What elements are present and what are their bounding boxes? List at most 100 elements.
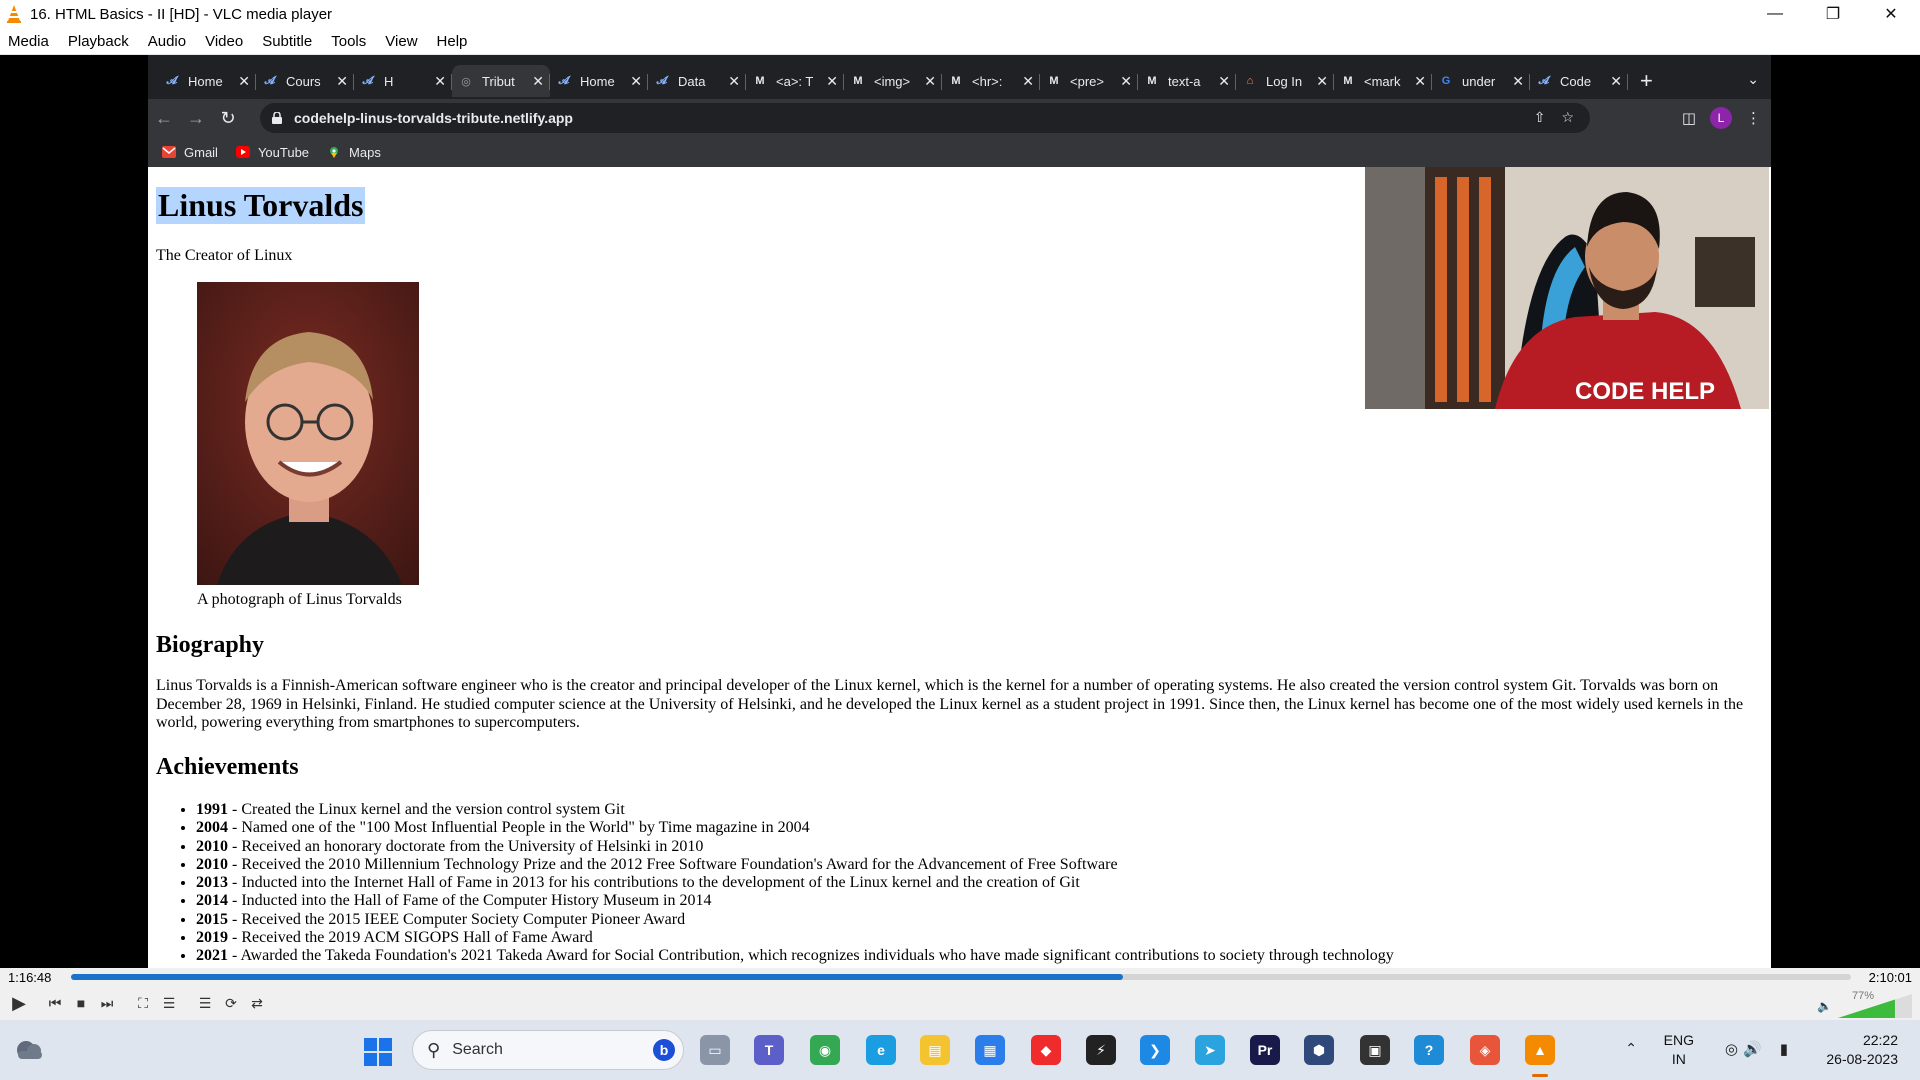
tab-close-icon[interactable]: ✕ bbox=[924, 73, 936, 90]
tab-close-icon[interactable]: ✕ bbox=[238, 73, 250, 90]
back-icon[interactable]: ← bbox=[148, 108, 180, 129]
browser-tab[interactable]: M <a>: T ✕ bbox=[746, 65, 844, 97]
premiere-icon[interactable]: Pr bbox=[1250, 1035, 1280, 1065]
tab-close-icon[interactable]: ✕ bbox=[1414, 73, 1426, 90]
tab-close-icon[interactable]: ✕ bbox=[826, 73, 838, 90]
network-icon[interactable]: ◎ bbox=[1725, 1040, 1738, 1058]
app-icon[interactable]: ▣ bbox=[1360, 1035, 1390, 1065]
tab-close-icon[interactable]: ✕ bbox=[1120, 73, 1132, 90]
seek-bar[interactable] bbox=[71, 974, 1851, 980]
browser-tab[interactable]: 𝓐 Data ✕ bbox=[648, 65, 746, 97]
tab-close-icon[interactable]: ✕ bbox=[336, 73, 348, 90]
browser-tab[interactable]: ◎ Tribut ✕ bbox=[452, 65, 550, 97]
stop-icon[interactable]: ■ bbox=[68, 990, 94, 1016]
clock[interactable]: 22:22 26-08-2023 bbox=[1826, 1031, 1898, 1069]
input-language[interactable]: ENG IN bbox=[1664, 1031, 1694, 1069]
kebab-menu-icon[interactable]: ⋮ bbox=[1746, 109, 1761, 127]
bookmark-maps[interactable]: Maps bbox=[327, 145, 381, 160]
browser-tab[interactable]: 𝓐 Code ✕ bbox=[1530, 65, 1628, 97]
clock-date: 26-08-2023 bbox=[1826, 1051, 1898, 1067]
forward-icon[interactable]: → bbox=[180, 108, 212, 129]
shuffle-icon[interactable]: ⇄ bbox=[244, 990, 270, 1016]
browser-tab[interactable]: M <hr>: ✕ bbox=[942, 65, 1040, 97]
tab-close-icon[interactable]: ✕ bbox=[1316, 73, 1328, 90]
edge-icon[interactable]: e bbox=[866, 1035, 896, 1065]
minimize-button[interactable]: — bbox=[1746, 0, 1804, 28]
browser-tab[interactable]: M <pre> ✕ bbox=[1040, 65, 1138, 97]
tab-close-icon[interactable]: ✕ bbox=[1218, 73, 1230, 90]
menu-view[interactable]: View bbox=[385, 33, 417, 50]
menu-tools[interactable]: Tools bbox=[331, 33, 366, 50]
desktop-icon[interactable]: ▭ bbox=[700, 1035, 730, 1065]
start-button[interactable] bbox=[364, 1038, 392, 1066]
vlc-title-bar: 16. HTML Basics - II [HD] - VLC media pl… bbox=[0, 0, 1920, 28]
tab-close-icon[interactable]: ✕ bbox=[728, 73, 740, 90]
vscode-icon[interactable]: ❯ bbox=[1140, 1035, 1170, 1065]
bookmark-star-icon[interactable]: ☆ bbox=[1561, 109, 1574, 126]
browser-tab[interactable]: M <mark ✕ bbox=[1334, 65, 1432, 97]
browser-tab[interactable]: 𝓐 Cours ✕ bbox=[256, 65, 354, 97]
browser-tab[interactable]: ⌂ Log In ✕ bbox=[1236, 65, 1334, 97]
battery-icon[interactable]: ▮ bbox=[1780, 1040, 1788, 1058]
cursor-icon[interactable]: ⚡ bbox=[1086, 1035, 1116, 1065]
bing-icon[interactable]: b bbox=[653, 1039, 675, 1061]
share-icon[interactable]: ⇧ bbox=[1534, 109, 1546, 126]
anydesk-icon[interactable]: ◆ bbox=[1031, 1035, 1061, 1065]
bookmark-gmail[interactable]: Gmail bbox=[162, 145, 218, 160]
volume-slider[interactable] bbox=[1838, 994, 1912, 1018]
menu-media[interactable]: Media bbox=[8, 33, 49, 50]
profile-avatar[interactable]: L bbox=[1710, 107, 1732, 129]
git-icon[interactable]: ◈ bbox=[1470, 1035, 1500, 1065]
browser-tab[interactable]: Mtext-a ✕ bbox=[1138, 65, 1236, 97]
menu-subtitle[interactable]: Subtitle bbox=[262, 33, 312, 50]
tab-close-icon[interactable]: ✕ bbox=[532, 73, 544, 90]
new-tab-icon[interactable]: + bbox=[1640, 68, 1653, 94]
fullscreen-icon[interactable]: ⛶ bbox=[130, 990, 156, 1016]
bookmark-label: Maps bbox=[349, 144, 381, 160]
login-icon: ⌂ bbox=[1246, 75, 1254, 87]
virtualbox-icon[interactable]: ⬢ bbox=[1304, 1035, 1334, 1065]
tab-close-icon[interactable]: ✕ bbox=[630, 73, 642, 90]
menu-help[interactable]: Help bbox=[437, 33, 468, 50]
volume-icon[interactable]: 🔊 bbox=[1743, 1040, 1762, 1058]
telegram-icon[interactable]: ➤ bbox=[1195, 1035, 1225, 1065]
address-bar[interactable]: codehelp-linus-torvalds-tribute.netlify.… bbox=[260, 103, 1590, 133]
tab-close-icon[interactable]: ✕ bbox=[1512, 73, 1524, 90]
browser-tab[interactable]: Gunder ✕ bbox=[1432, 65, 1530, 97]
explorer-icon[interactable]: ▤ bbox=[920, 1035, 950, 1065]
previous-icon[interactable]: ⏮ bbox=[42, 990, 68, 1016]
play-icon[interactable]: ▶ bbox=[6, 990, 32, 1016]
menu-audio[interactable]: Audio bbox=[148, 33, 186, 50]
extended-settings-icon[interactable]: ☰ bbox=[156, 990, 182, 1016]
restore-button[interactable]: ❐ bbox=[1804, 0, 1862, 28]
teams-icon[interactable]: T bbox=[754, 1035, 784, 1065]
tab-close-icon[interactable]: ✕ bbox=[434, 73, 446, 90]
video-area[interactable]: 𝓐 Home ✕ 𝓐 Cours ✕ 𝓐 H ✕ ◎ Tribut ✕ 𝓐 Home ✕ 𝓐 Data ✕ M <a>… bbox=[0, 55, 1920, 968]
chrome-icon[interactable]: ◉ bbox=[810, 1035, 840, 1065]
next-icon[interactable]: ⏭ bbox=[94, 990, 120, 1016]
close-button[interactable]: ✕ bbox=[1862, 0, 1920, 28]
playlist-icon[interactable]: ☰ bbox=[192, 990, 218, 1016]
loop-icon[interactable]: ⟳ bbox=[218, 990, 244, 1016]
tab-close-icon[interactable]: ✕ bbox=[1022, 73, 1034, 90]
taskbar-search[interactable]: ⚲ Search b bbox=[412, 1030, 684, 1070]
help-icon[interactable]: ? bbox=[1414, 1035, 1444, 1065]
store-icon[interactable]: ▦ bbox=[975, 1035, 1005, 1065]
browser-tab[interactable]: 𝓐 H ✕ bbox=[354, 65, 452, 97]
browser-tab[interactable]: 𝓐 Home ✕ bbox=[158, 65, 256, 97]
tab-label: Code bbox=[1560, 73, 1592, 89]
achievement-year: 2013 bbox=[196, 874, 228, 892]
browser-tab[interactable]: 𝓐 Home ✕ bbox=[550, 65, 648, 97]
tab-search-icon[interactable]: ⌄ bbox=[1747, 71, 1759, 88]
menu-video[interactable]: Video bbox=[205, 33, 243, 50]
weather-cloud-icon[interactable] bbox=[14, 1036, 44, 1062]
bookmark-youtube[interactable]: YouTube bbox=[235, 145, 309, 160]
bookmarks-bar: Gmail YouTube Maps bbox=[148, 137, 1771, 167]
speaker-icon[interactable]: 🔈 bbox=[1817, 999, 1832, 1013]
tab-close-icon[interactable]: ✕ bbox=[1610, 73, 1622, 90]
browser-tab[interactable]: M <img> ✕ bbox=[844, 65, 942, 97]
side-panel-icon[interactable]: ◫ bbox=[1682, 109, 1696, 127]
show-hidden-icons-icon[interactable]: ⌃ bbox=[1625, 1040, 1637, 1057]
reload-icon[interactable]: ↻ bbox=[212, 108, 244, 129]
menu-playback[interactable]: Playback bbox=[68, 33, 129, 50]
